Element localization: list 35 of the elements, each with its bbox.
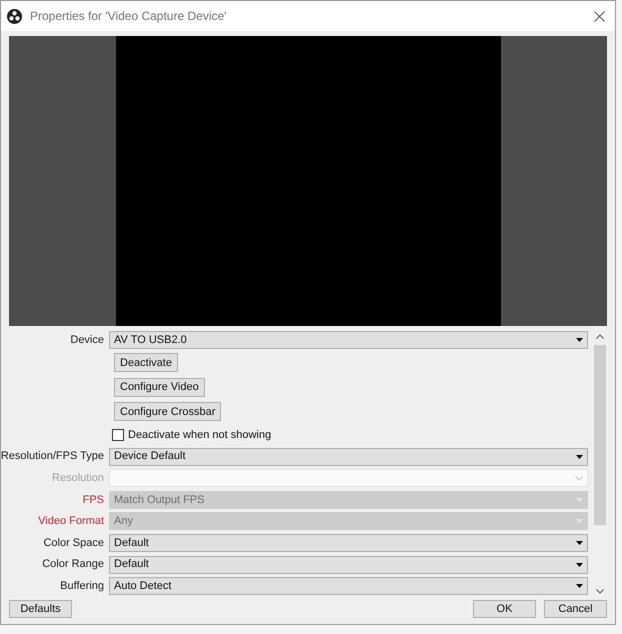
- checkbox-label: Deactivate when not showing: [128, 428, 272, 443]
- dropdown-arrow-icon: [576, 338, 583, 342]
- dialog-button[interactable]: OK: [473, 600, 536, 618]
- field-label: Video Format: [38, 514, 104, 530]
- window-title: Properties for 'Video Capture Device': [30, 8, 228, 25]
- dropdown-arrow-icon: [576, 541, 583, 545]
- dropdown[interactable]: Default: [109, 534, 588, 552]
- checkbox[interactable]: [112, 429, 124, 442]
- dropdown-arrow-icon: [576, 562, 583, 567]
- field-label: Device: [70, 332, 104, 348]
- dropdown-arrow-icon: [576, 519, 583, 524]
- action-button[interactable]: Configure Video: [114, 378, 205, 397]
- scroll-up-icon[interactable]: [596, 334, 604, 339]
- close-icon[interactable]: [594, 10, 605, 22]
- field-label: Color Range: [42, 557, 104, 572]
- dropdown-arrow-icon: [576, 498, 583, 502]
- dropdown[interactable]: Default: [109, 556, 588, 574]
- field-label: Buffering: [60, 578, 104, 594]
- action-button[interactable]: Configure Crossbar: [114, 402, 222, 422]
- field-label: Resolution/FPS Type: [1, 449, 104, 464]
- field-label: Resolution: [52, 470, 104, 486]
- scrollbar-thumb[interactable]: [594, 345, 606, 525]
- chevron-down-icon: [575, 476, 583, 481]
- defaults-button[interactable]: Defaults: [9, 600, 72, 618]
- dropdown-arrow-icon: [576, 454, 583, 459]
- action-button[interactable]: Deactivate: [114, 353, 178, 372]
- dropdown[interactable]: AV TO USB2.0: [109, 330, 588, 349]
- scroll-down-icon[interactable]: [596, 589, 604, 594]
- dropdown[interactable]: Device Default: [109, 448, 588, 466]
- field-label: Color Space: [43, 536, 104, 551]
- field-label: FPS: [82, 492, 104, 508]
- app-logo-icon: [7, 8, 22, 24]
- dropdown-arrow-icon: [576, 584, 583, 588]
- dialog-button[interactable]: Cancel: [544, 600, 607, 618]
- dropdown[interactable]: Auto Detect: [109, 577, 588, 596]
